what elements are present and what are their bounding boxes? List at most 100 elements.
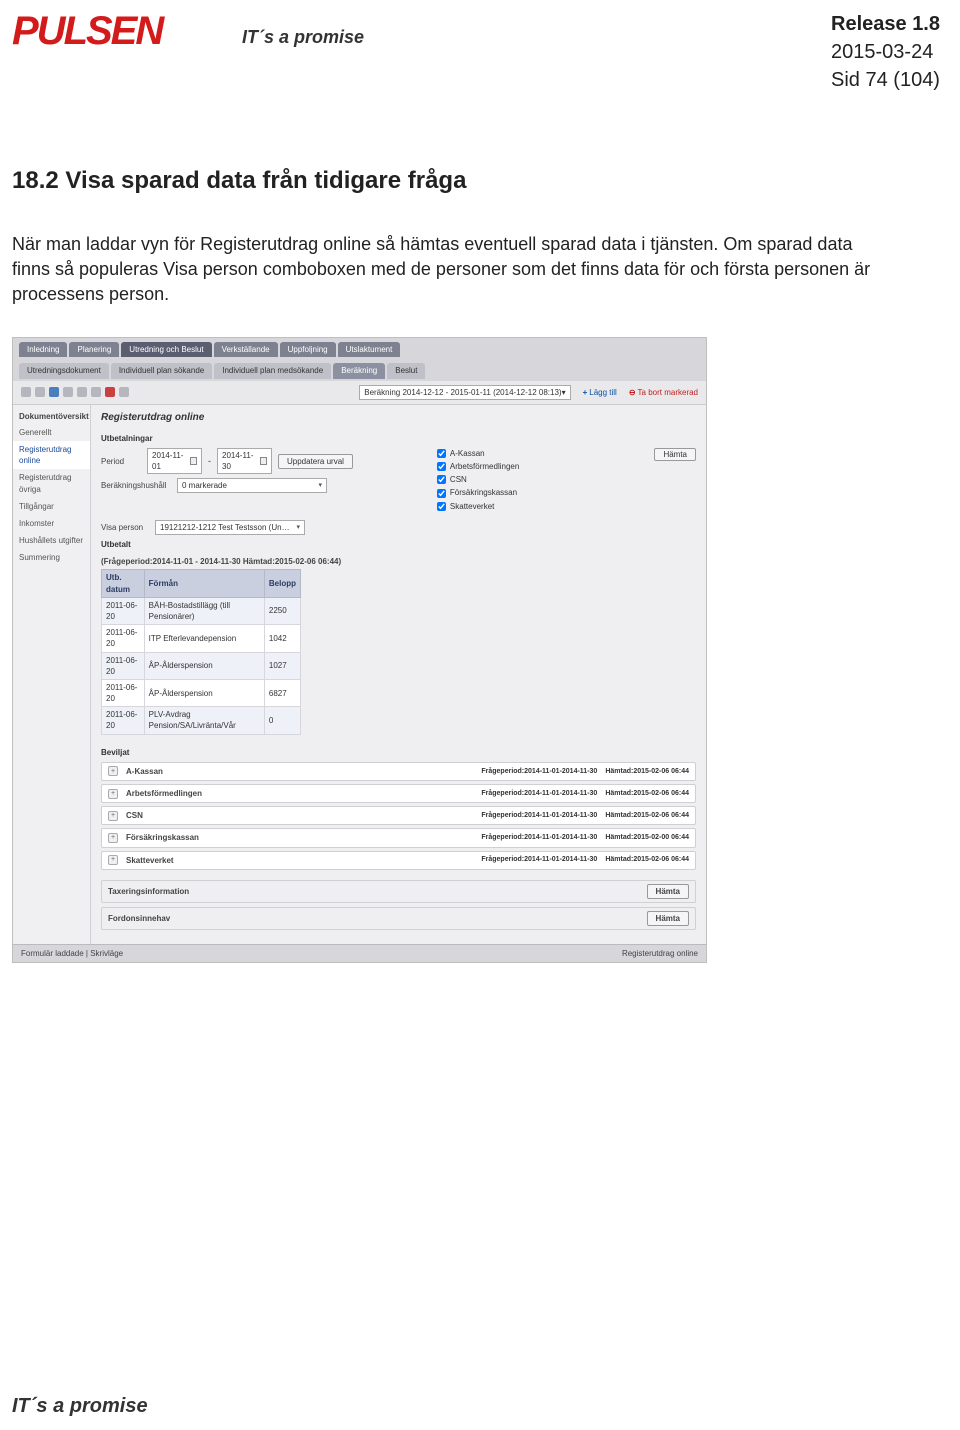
btn-hamta-utbetalningar[interactable]: Hämta xyxy=(654,448,696,461)
date-to-input[interactable]: 2014-11-30 xyxy=(217,448,272,474)
btn-hamta-tax[interactable]: Hämta xyxy=(647,884,689,899)
side-item-generellt[interactable]: Generellt xyxy=(13,424,90,441)
toolbar-icon-5[interactable] xyxy=(77,387,87,397)
app-footer-bar: Formulär laddade | Skrivläge Registerutd… xyxy=(13,944,706,962)
footer-view-name: Registerutdrag online xyxy=(622,948,698,959)
subtab-utredningsdokument[interactable]: Utredningsdokument xyxy=(19,363,109,378)
tabs-row-2: Utredningsdokument Individuell plan söka… xyxy=(13,359,706,380)
footer-status: Formulär laddade | Skrivläge xyxy=(21,948,123,959)
panel-title: Registerutdrag online xyxy=(101,411,696,425)
table-row[interactable]: 2011-06-20ÅP-Ålderspension1027 xyxy=(102,652,301,679)
page-footer-tagline: IT´s a promise xyxy=(12,1392,148,1420)
release-block: Release 1.8 2015-03-24 Sid 74 (104) xyxy=(831,10,940,94)
chk-arbetsformedlingen[interactable]: Arbetsförmedlingen xyxy=(437,461,519,472)
beviljat-title: Beviljat xyxy=(101,747,696,758)
calculation-select-value: Beräkning 2014-12-12 - 2015-01-11 (2014-… xyxy=(364,387,561,398)
chevron-down-icon: ▾ xyxy=(562,387,566,398)
subtab-indplan-sokande[interactable]: Individuell plan sökande xyxy=(111,363,212,378)
side-item-inkomster[interactable]: Inkomster xyxy=(13,515,90,532)
chk-akassan[interactable]: A-Kassan xyxy=(437,448,519,459)
tagline: IT´s a promise xyxy=(242,25,364,50)
sidebar-title: Dokumentöversikt xyxy=(13,409,90,424)
berakningshushall-select[interactable]: 0 markerade▾ xyxy=(177,478,327,493)
fordonsinnehav-label: Fordonsinnehav xyxy=(108,913,170,924)
source-checkboxes: A-Kassan Arbetsförmedlingen CSN Försäkri… xyxy=(437,448,519,512)
th-belopp: Belopp xyxy=(264,570,300,597)
table-row[interactable]: 2011-06-20BÄH-Bostadstillägg (till Pensi… xyxy=(102,597,301,624)
calculation-select[interactable]: Beräkning 2014-12-12 - 2015-01-11 (2014-… xyxy=(359,385,570,400)
subtab-berakning[interactable]: Beräkning xyxy=(333,363,385,378)
release-date: 2015-03-24 xyxy=(831,38,940,66)
chk-forsakringskassan[interactable]: Försäkringskassan xyxy=(437,487,519,498)
chk-skatteverket[interactable]: Skatteverket xyxy=(437,501,519,512)
expand-icon[interactable]: + xyxy=(108,833,118,843)
toolbar: Beräkning 2014-12-12 - 2015-01-11 (2014-… xyxy=(13,381,706,405)
calendar-icon xyxy=(190,457,197,465)
chk-csn[interactable]: CSN xyxy=(437,474,519,485)
fraga-note: (Frågeperiod:2014-11-01 - 2014-11-30 Häm… xyxy=(101,556,696,567)
date-from-input[interactable]: 2014-11-01 xyxy=(147,448,202,474)
toolbar-icon-6[interactable] xyxy=(91,387,101,397)
subtab-indplan-medsokande[interactable]: Individuell plan medsökande xyxy=(214,363,331,378)
tab-verkstallande[interactable]: Verkställande xyxy=(214,342,278,357)
calendar-icon xyxy=(260,457,267,465)
expand-icon[interactable]: + xyxy=(108,811,118,821)
page-header: PULSEN IT´s a promise Release 1.8 2015-0… xyxy=(12,10,940,94)
taxeringsinformation-label: Taxeringsinformation xyxy=(108,886,189,897)
side-item-hushallets-utgifter[interactable]: Hushållets utgifter xyxy=(13,532,90,549)
period-label: Period xyxy=(101,456,141,467)
toolbar-icon-3[interactable] xyxy=(49,387,59,397)
fordonsinnehav-row: Fordonsinnehav Hämta xyxy=(101,907,696,930)
main-panel: Registerutdrag online Utbetalningar Peri… xyxy=(91,405,706,944)
utbetalt-table: Utb. datum Förmån Belopp 2011-06-20BÄH-B… xyxy=(101,569,301,734)
side-item-tillgangar[interactable]: Tillgångar xyxy=(13,498,90,515)
release-page: Sid 74 (104) xyxy=(831,66,940,94)
expand-icon[interactable]: + xyxy=(108,789,118,799)
toolbar-icon-7[interactable] xyxy=(105,387,115,397)
bev-row-csn[interactable]: +CSNFrågeperiod:2014-11-01-2014-11-30Häm… xyxy=(101,806,696,825)
toolbar-icon-2[interactable] xyxy=(35,387,45,397)
expand-icon[interactable]: + xyxy=(108,766,118,776)
taxeringsinformation-row: Taxeringsinformation Hämta xyxy=(101,880,696,903)
pulsen-logo: PULSEN xyxy=(12,10,232,54)
body-paragraph: När man laddar vyn för Registerutdrag on… xyxy=(12,232,892,308)
side-item-registerutdrag-ovriga[interactable]: Registerutdrag övriga xyxy=(13,469,90,497)
bev-row-arbetsformedlingen[interactable]: +ArbetsförmedlingenFrågeperiod:2014-11-0… xyxy=(101,784,696,803)
bev-row-skatteverket[interactable]: +SkatteverketFrågeperiod:2014-11-01-2014… xyxy=(101,851,696,870)
plus-icon: + xyxy=(583,388,588,397)
tab-utredning-beslut[interactable]: Utredning och Beslut xyxy=(121,342,211,357)
section-heading: 18.2 Visa sparad data från tidigare fråg… xyxy=(12,164,940,198)
link-add[interactable]: +Lägg till xyxy=(583,387,617,398)
side-item-summering[interactable]: Summering xyxy=(13,549,90,566)
toolbar-icon-1[interactable] xyxy=(21,387,31,397)
chevron-down-icon: ▾ xyxy=(318,481,322,491)
table-row[interactable]: 2011-06-20ÅP-Ålderspension6827 xyxy=(102,679,301,706)
subtab-beslut[interactable]: Beslut xyxy=(387,363,425,378)
berakningshushall-label: Beräkningshushåll xyxy=(101,480,171,491)
tab-inledning[interactable]: Inledning xyxy=(19,342,67,357)
bev-row-forsakringskassan[interactable]: +FörsäkringskassanFrågeperiod:2014-11-01… xyxy=(101,828,696,847)
tab-utslakument[interactable]: Utslaktument xyxy=(338,342,401,357)
visa-person-label: Visa person xyxy=(101,522,149,533)
th-datum: Utb. datum xyxy=(102,570,145,597)
expand-icon[interactable]: + xyxy=(108,855,118,865)
side-item-registerutdrag-online[interactable]: Registerutdrag online xyxy=(13,441,90,469)
tab-uppfoljning[interactable]: Uppfoljning xyxy=(280,342,336,357)
btn-uppdatera-urval[interactable]: Uppdatera urval xyxy=(278,454,353,469)
tab-planering[interactable]: Planering xyxy=(69,342,119,357)
toolbar-icon-8[interactable] xyxy=(119,387,129,397)
toolbar-icon-4[interactable] xyxy=(63,387,73,397)
link-remove[interactable]: ⊖Ta bort markerad xyxy=(629,387,698,398)
th-forman: Förmån xyxy=(144,570,264,597)
visa-person-combo[interactable]: 19121212-1212 Test Testsson (Unknown)▾ xyxy=(155,520,305,535)
sidebar: Dokumentöversikt Generellt Registerutdra… xyxy=(13,405,91,944)
utbetalningar-title: Utbetalningar xyxy=(101,433,696,444)
table-row[interactable]: 2011-06-20ITP Efterlevandepension1042 xyxy=(102,625,301,652)
release-title: Release 1.8 xyxy=(831,10,940,38)
btn-hamta-fordon[interactable]: Hämta xyxy=(647,911,689,926)
app-screenshot: Inledning Planering Utredning och Beslut… xyxy=(12,337,707,963)
utbetalt-label: Utbetalt xyxy=(101,539,696,550)
table-row[interactable]: 2011-06-20PLV-Avdrag Pension/SA/Livränta… xyxy=(102,707,301,734)
svg-text:PULSEN: PULSEN xyxy=(12,10,165,53)
bev-row-akassan[interactable]: +A-KassanFrågeperiod:2014-11-01-2014-11-… xyxy=(101,762,696,781)
